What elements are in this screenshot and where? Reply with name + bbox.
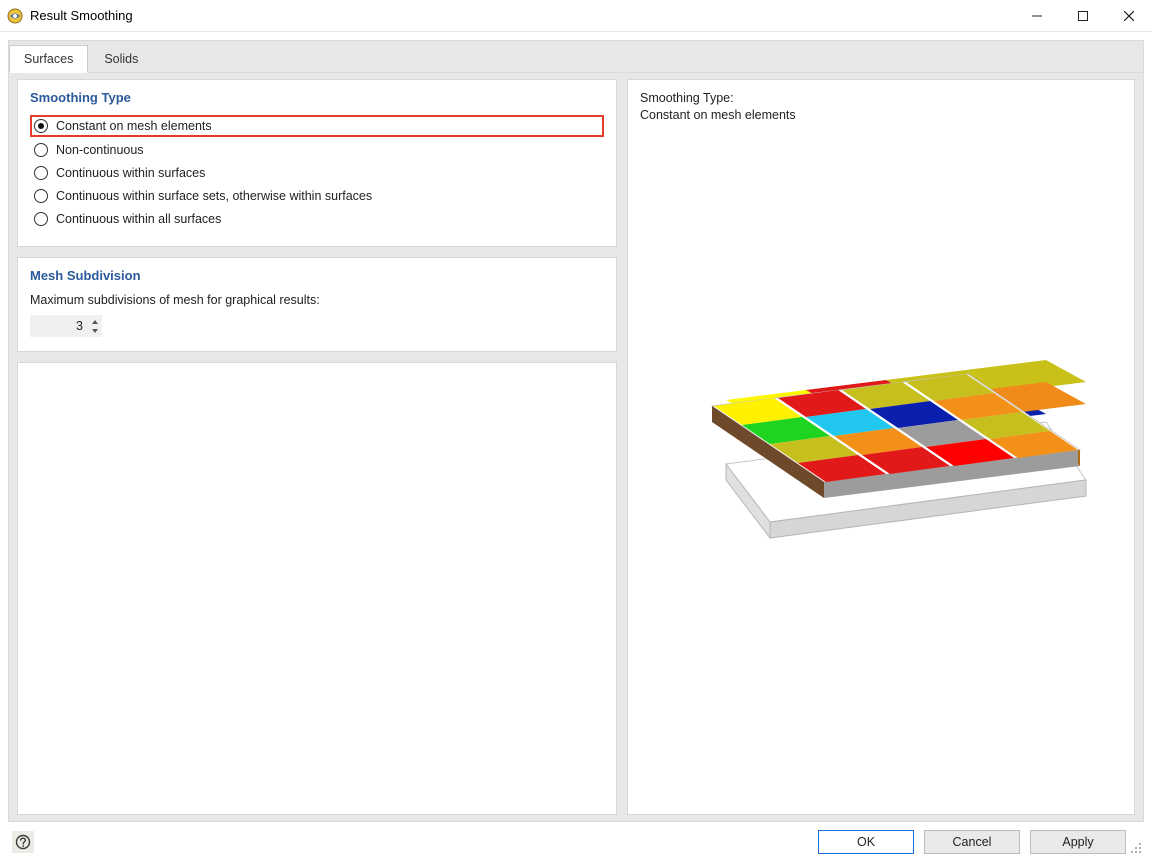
ok-button[interactable]: OK [818, 830, 914, 854]
preview-line1: Smoothing Type: [640, 91, 734, 105]
radio-constant-on-mesh[interactable]: Constant on mesh elements [30, 115, 604, 137]
mesh-preview-illustration [668, 340, 1088, 550]
radio-label: Constant on mesh elements [56, 119, 212, 133]
app-icon [6, 7, 24, 25]
tab-label: Surfaces [24, 52, 73, 66]
tab-label: Solids [104, 52, 138, 66]
close-button[interactable] [1106, 0, 1152, 32]
maximize-button[interactable] [1060, 0, 1106, 32]
mesh-subdivision-input[interactable] [31, 316, 89, 336]
radio-continuous-within-surfaces[interactable]: Continuous within surfaces [30, 163, 604, 183]
panel-title-smoothing: Smoothing Type [30, 90, 604, 105]
spinner-down-button[interactable] [89, 326, 101, 335]
mesh-subdivision-label: Maximum subdivisions of mesh for graphic… [30, 293, 604, 307]
preview-panel: Smoothing Type: Constant on mesh element… [627, 79, 1135, 815]
tabs-bar: Surfaces Solids [8, 40, 1144, 73]
mesh-subdivision-spinner[interactable] [30, 315, 102, 337]
radio-label: Continuous within all surfaces [56, 212, 221, 226]
button-label: Cancel [953, 835, 992, 849]
radio-continuous-within-surface-sets[interactable]: Continuous within surface sets, otherwis… [30, 186, 604, 206]
button-label: OK [857, 835, 875, 849]
radio-indicator-icon [34, 143, 48, 157]
titlebar: Result Smoothing [0, 0, 1152, 32]
cancel-button[interactable]: Cancel [924, 830, 1020, 854]
panel-mesh-subdivision: Mesh Subdivision Maximum subdivisions of… [17, 257, 617, 352]
dialog-footer: OK Cancel Apply [0, 822, 1152, 864]
preview-line2: Constant on mesh elements [640, 108, 796, 122]
radio-non-continuous[interactable]: Non-continuous [30, 140, 604, 160]
radio-indicator-icon [34, 212, 48, 226]
tab-surfaces[interactable]: Surfaces [9, 45, 88, 73]
help-button[interactable] [12, 831, 34, 853]
radio-label: Continuous within surfaces [56, 166, 205, 180]
window-title: Result Smoothing [30, 8, 133, 23]
help-icon [15, 834, 31, 850]
content-row: Smoothing Type Constant on mesh elements… [8, 73, 1144, 822]
radio-indicator-icon [34, 189, 48, 203]
radio-indicator-icon [34, 119, 48, 133]
button-label: Apply [1062, 835, 1093, 849]
radio-label: Non-continuous [56, 143, 144, 157]
radio-label: Continuous within surface sets, otherwis… [56, 189, 372, 203]
radio-continuous-within-all-surfaces[interactable]: Continuous within all surfaces [30, 209, 604, 229]
radio-indicator-icon [34, 166, 48, 180]
resize-grip-icon[interactable] [1130, 842, 1142, 854]
panel-smoothing-type: Smoothing Type Constant on mesh elements… [17, 79, 617, 247]
minimize-button[interactable] [1014, 0, 1060, 32]
dialog-body: Surfaces Solids Smoothing Type Constant … [0, 32, 1152, 864]
left-column: Smoothing Type Constant on mesh elements… [17, 73, 617, 815]
panel-empty [17, 362, 617, 815]
tab-solids[interactable]: Solids [90, 46, 152, 72]
spinner-up-button[interactable] [89, 317, 101, 326]
panel-title-mesh: Mesh Subdivision [30, 268, 604, 283]
apply-button[interactable]: Apply [1030, 830, 1126, 854]
preview-text: Smoothing Type: Constant on mesh element… [640, 90, 1122, 124]
